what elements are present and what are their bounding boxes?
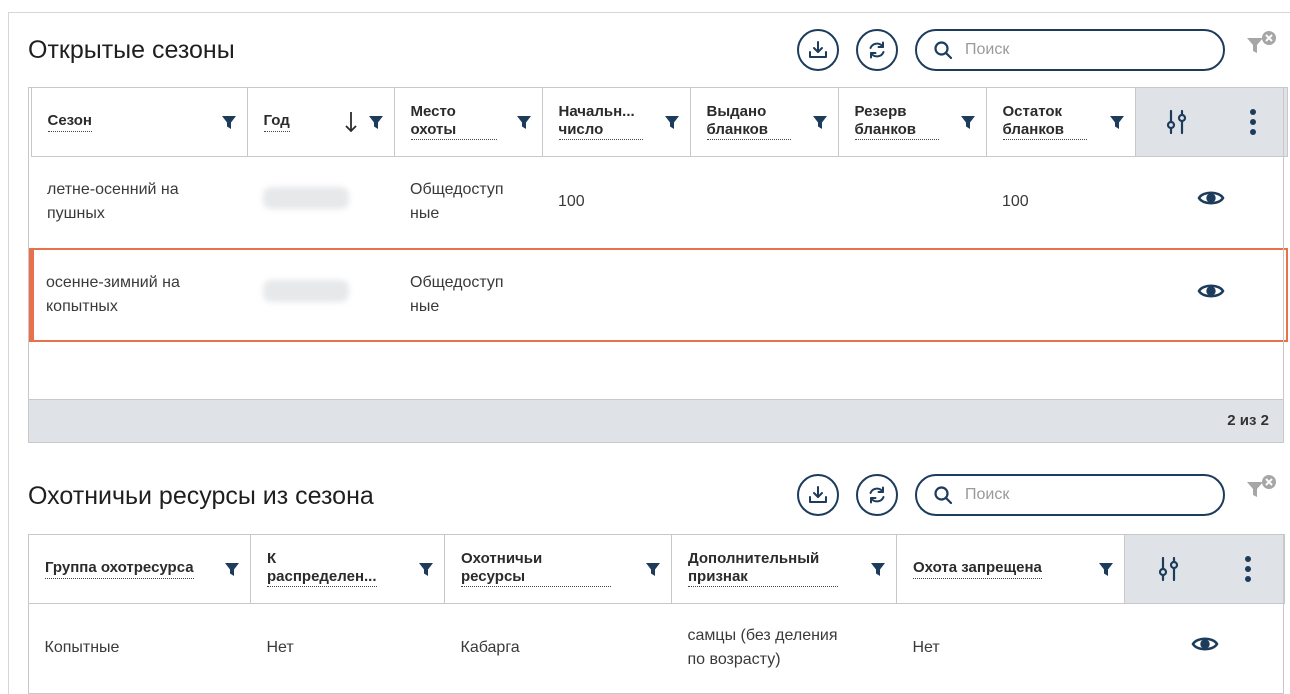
resources-clear-filters-button[interactable]: [1245, 474, 1277, 502]
cell-place: Общедоступ ные: [394, 156, 542, 249]
cell-actions: [1124, 603, 1285, 692]
seasons-download-button[interactable]: [797, 29, 839, 71]
resources-table: Группа охотресурса Краспределен... Охотн…: [28, 534, 1285, 692]
cell-distribution: Нет: [250, 603, 445, 692]
cell-group: Копытные: [28, 603, 251, 692]
filter-icon[interactable]: [870, 561, 886, 577]
filter-icon[interactable]: [812, 114, 828, 130]
cell-actions: [1135, 156, 1287, 249]
table-row-selected[interactable]: осенне-зимний на копытных Общедоступ ные: [28, 247, 1288, 342]
cell-actions: [1135, 247, 1288, 342]
resources-title: Охотничьи ресурсы из сезона: [28, 482, 374, 510]
more-vertical-icon[interactable]: [1244, 555, 1252, 583]
redacted-year: [263, 187, 349, 210]
refresh-icon: [869, 486, 885, 504]
search-icon: [934, 41, 953, 60]
more-vertical-icon[interactable]: [1249, 108, 1257, 136]
filter-icon[interactable]: [664, 114, 680, 130]
col-header-year[interactable]: Год: [246, 87, 395, 157]
column-settings-icon[interactable]: [1165, 109, 1189, 135]
cell-initial: 100: [542, 156, 690, 249]
eye-icon[interactable]: [1197, 188, 1225, 208]
seasons-tools-header: [1134, 87, 1288, 157]
redacted-year: [263, 279, 349, 302]
filter-icon[interactable]: [516, 114, 532, 130]
cell-reserve: [838, 156, 986, 249]
cell-initial: [542, 247, 690, 342]
resources-search-box[interactable]: [915, 474, 1225, 516]
resources-download-button[interactable]: [797, 474, 839, 516]
resources-header-row: Группа охотресурса Краспределен... Охотн…: [28, 534, 1285, 604]
filter-icon[interactable]: [221, 114, 237, 130]
filter-icon[interactable]: [960, 114, 976, 130]
eye-icon[interactable]: [1191, 634, 1219, 654]
col-header-place[interactable]: Место охоты: [393, 87, 543, 157]
filter-icon[interactable]: [645, 561, 661, 577]
cell-year: [247, 247, 394, 342]
sort-desc-icon[interactable]: [344, 111, 358, 133]
seasons-table: Сезон Год Место охоты Начальн... число В…: [28, 87, 1288, 342]
col-header-reserve[interactable]: Резерв бланков: [837, 87, 987, 157]
seasons-refresh-button[interactable]: [856, 29, 898, 71]
filter-clear-icon: [1247, 475, 1276, 497]
seasons-title: Открытые сезоны: [28, 36, 235, 64]
filter-icon[interactable]: [224, 561, 240, 577]
cell-season: осенне-зимний на копытных: [28, 247, 247, 342]
resources-refresh-button[interactable]: [856, 474, 898, 516]
refresh-icon: [869, 41, 885, 59]
seasons-pager: 2 из 2: [28, 399, 1284, 443]
col-header-banned[interactable]: Охота запрещена: [896, 534, 1125, 604]
seasons-search-input[interactable]: [963, 40, 1187, 60]
cell-reserve: [838, 247, 986, 342]
cell-issued: [690, 156, 838, 249]
cell-season: летне-осенний на пушных: [31, 156, 247, 249]
cell-issued: [690, 247, 838, 342]
resources-search-input[interactable]: [963, 485, 1187, 505]
seasons-search-box[interactable]: [915, 29, 1225, 71]
table-row[interactable]: Копытные Нет Кабарга самцы (без деления п…: [28, 603, 1285, 692]
seasons-header-row: Сезон Год Место охоты Начальн... число В…: [30, 87, 1288, 157]
eye-icon[interactable]: [1197, 281, 1225, 301]
seasons-clear-filters-button[interactable]: [1245, 30, 1277, 58]
cell-banned: Нет: [896, 603, 1125, 692]
col-header-initial[interactable]: Начальн... число: [541, 87, 691, 157]
col-header-issued[interactable]: Выдано бланков: [689, 87, 839, 157]
cell-resource: Кабарга: [444, 603, 672, 692]
seasons-section: Открытые сезоны Сезон: [28, 26, 1288, 446]
resources-section: Охотничьи ресурсы из сезона Г: [28, 474, 1285, 694]
search-icon: [934, 486, 953, 505]
download-icon: [809, 486, 827, 503]
cell-remaining: [986, 247, 1135, 342]
filter-icon[interactable]: [418, 561, 434, 577]
col-header-attribute[interactable]: Дополнительный признак: [671, 534, 897, 604]
cell-remaining: 100: [986, 156, 1135, 249]
cell-year: [247, 156, 394, 249]
cell-place: Общедоступ ные: [394, 247, 542, 342]
col-header-resource[interactable]: Охотничьи ресурсы: [444, 534, 672, 604]
col-header-remaining[interactable]: Остаток бланков: [985, 87, 1136, 157]
filter-icon[interactable]: [368, 114, 384, 130]
col-header-season[interactable]: Сезон: [30, 87, 248, 157]
column-settings-icon[interactable]: [1157, 556, 1181, 582]
filter-icon[interactable]: [1109, 114, 1125, 130]
download-icon: [809, 41, 827, 58]
col-header-group[interactable]: Группа охотресурса: [28, 534, 251, 604]
resources-tools-header: [1124, 534, 1285, 604]
cell-attribute: самцы (без деления по возрасту): [671, 603, 897, 692]
table-row[interactable]: летне-осенний на пушных Общедоступ ные 100…: [31, 156, 1287, 249]
filter-icon[interactable]: [1098, 561, 1114, 577]
col-header-distribution[interactable]: Краспределен...: [250, 534, 445, 604]
filter-clear-icon: [1247, 31, 1276, 53]
